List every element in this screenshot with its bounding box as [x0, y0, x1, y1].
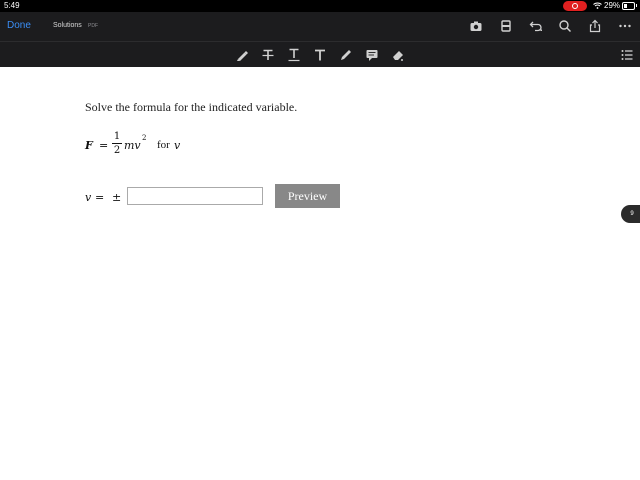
plus-minus-sign: ±	[112, 191, 122, 204]
top-toolbar: Done Solutions PDF	[0, 12, 640, 41]
fraction-numerator: 1	[113, 131, 121, 142]
answer-input[interactable]	[127, 187, 263, 205]
battery-percent: 29%	[604, 1, 621, 10]
formula-target-variable: v	[174, 139, 181, 152]
eraser-icon[interactable]	[391, 48, 405, 62]
text-icon[interactable]	[313, 48, 327, 62]
list-icon[interactable]	[620, 48, 634, 62]
problem-instruction: Solve the formula for the indicated vari…	[85, 100, 298, 114]
formula-equals: =	[99, 139, 109, 152]
status-time: 5:49	[4, 1, 20, 10]
camera-icon[interactable]	[469, 19, 483, 33]
formula-fraction: 1 2	[112, 131, 122, 156]
fraction-denominator: 2	[113, 145, 121, 156]
formula-term: mv	[124, 139, 141, 152]
pen-icon[interactable]	[339, 48, 353, 62]
comment-icon[interactable]	[365, 48, 379, 62]
answer-variable: v	[85, 191, 92, 204]
formula-lhs: F	[85, 139, 93, 152]
underline-icon[interactable]	[287, 48, 301, 62]
share-icon[interactable]	[588, 19, 602, 33]
document-type-badge: PDF	[88, 23, 98, 29]
highlighter-icon[interactable]	[235, 48, 249, 62]
strikethrough-icon[interactable]	[261, 48, 275, 62]
document-title: Solutions	[53, 22, 82, 29]
formula-for-text: for	[157, 139, 170, 151]
annotation-toolbar	[0, 41, 640, 67]
formula-exponent: 2	[142, 134, 147, 142]
status-bar: 5:49 29%	[0, 0, 640, 12]
wifi-icon	[593, 2, 602, 9]
search-icon[interactable]	[558, 19, 572, 33]
done-button[interactable]: Done	[7, 20, 31, 31]
scan-icon[interactable]	[499, 19, 513, 33]
screen-recording-icon[interactable]	[563, 1, 587, 11]
page-number-indicator[interactable]: 9	[621, 205, 640, 223]
preview-button[interactable]: Preview	[275, 184, 340, 208]
battery-icon	[622, 2, 635, 10]
more-icon[interactable]	[618, 19, 632, 33]
document-page: Solve the formula for the indicated vari…	[0, 67, 640, 480]
answer-equals: =	[95, 191, 105, 204]
undo-icon[interactable]	[529, 19, 543, 33]
